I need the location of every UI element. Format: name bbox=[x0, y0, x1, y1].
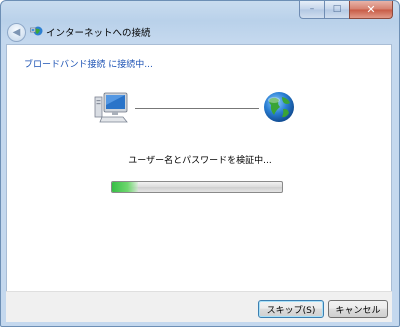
computer-icon bbox=[94, 92, 128, 123]
cancel-button[interactable]: キャンセル bbox=[328, 300, 388, 318]
back-button[interactable]: ◀ bbox=[7, 23, 26, 42]
maximize-button[interactable]: □ bbox=[324, 1, 349, 19]
status-message: ユーザー名とパスワードを検証中... bbox=[128, 156, 272, 166]
minimize-button[interactable]: – bbox=[299, 1, 324, 19]
window-title: インターネットへの接続 bbox=[46, 28, 151, 39]
close-button[interactable]: ✕ bbox=[349, 1, 393, 19]
skip-button[interactable]: スキップ(S) bbox=[258, 300, 324, 318]
caption-buttons: – □ ✕ bbox=[299, 1, 393, 19]
globe-icon bbox=[264, 92, 294, 122]
main-instruction: ブロードバンド接続 に接続中... bbox=[24, 60, 153, 70]
connection-line bbox=[135, 108, 259, 109]
network-connection-icon bbox=[30, 26, 43, 36]
back-arrow-icon: ◀ bbox=[12, 26, 21, 38]
progress-fill bbox=[112, 182, 138, 192]
progress-bar bbox=[111, 181, 283, 193]
content-panel bbox=[6, 44, 392, 292]
